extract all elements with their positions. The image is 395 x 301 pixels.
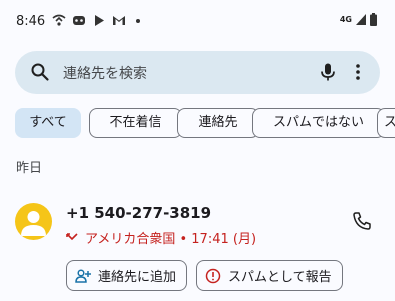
notification-icons — [52, 14, 140, 27]
status-time: 8:46 — [16, 14, 46, 29]
battery-icon — [370, 13, 377, 26]
chip-not-spam[interactable]: スパムではない — [252, 108, 385, 138]
chip-spam[interactable]: ス — [377, 108, 395, 138]
add-person-icon — [75, 268, 91, 283]
phone-icon[interactable] — [352, 211, 372, 231]
section-header: 昨日 — [16, 161, 43, 176]
avatar[interactable] — [15, 203, 52, 240]
search-icon[interactable] — [30, 62, 50, 82]
filter-chips: すべて 不在着信 連絡先 スパムではない ス — [15, 108, 395, 138]
system-status: 4G — [340, 13, 377, 26]
search-bar[interactable]: 連絡先を検索 — [15, 51, 380, 94]
gmail-icon — [113, 16, 125, 25]
more-notifications-dot — [136, 18, 140, 23]
person-icon — [21, 211, 46, 236]
wifi-calling-icon — [52, 14, 66, 26]
voicemail-app-icon — [73, 16, 85, 25]
call-detail-text: アメリカ合衆国 • 17:41 (月) — [85, 232, 257, 247]
report-spam-button[interactable]: スパムとして報告 — [196, 260, 343, 291]
call-detail: アメリカ合衆国 • 17:41 (月) — [66, 228, 256, 247]
play-store-icon — [95, 15, 104, 26]
caller-number[interactable]: +1 540-277-3819 — [66, 204, 211, 222]
missed-call-icon — [66, 233, 78, 241]
chip-contacts[interactable]: 連絡先 — [177, 108, 259, 138]
status-bar: 8:46 4G — [0, 0, 395, 40]
more-vert-icon[interactable] — [350, 62, 366, 82]
add-contact-label: 連絡先に追加 — [98, 270, 177, 285]
add-contact-button[interactable]: 連絡先に追加 — [66, 260, 187, 291]
warning-icon — [205, 268, 221, 283]
chip-all[interactable]: すべて — [15, 108, 81, 138]
mic-icon[interactable] — [318, 62, 338, 82]
report-spam-label: スパムとして報告 — [228, 270, 332, 285]
network-type: 4G — [339, 15, 352, 24]
signal-icon — [356, 14, 366, 25]
chip-missed[interactable]: 不在着信 — [89, 108, 182, 138]
phone-app-screen: 8:46 4G 連絡先を検索 すべて 不在着信 連絡先 スパムではない 昨日 +… — [0, 0, 395, 301]
search-input[interactable]: 連絡先を検索 — [63, 63, 147, 83]
